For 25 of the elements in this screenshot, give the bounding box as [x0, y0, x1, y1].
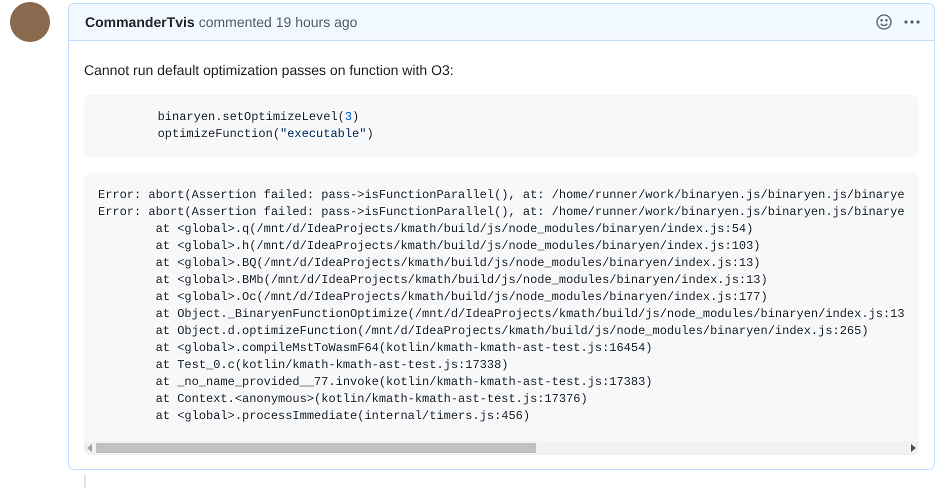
error-line: at <global>.BMb(/mnt/d/IdeaProjects/kmath/build/js/node_modules/binaryen/index.js:13)	[154, 272, 769, 289]
more-options-icon[interactable]	[904, 20, 920, 24]
error-line: at <global>.compileMstToWasmF64(kotlin/kmath-kmath-ast-test.js:16454)	[154, 340, 654, 357]
scroll-right-icon[interactable]	[910, 444, 916, 452]
author-link[interactable]: CommanderTvis	[85, 12, 195, 32]
error-line: at Object.d.optimizeFunction(/mnt/d/IdeaProjects/kmath/build/js/node_modules/binaryen/index.js:265)	[154, 323, 870, 340]
horizontal-scrollbar[interactable]	[84, 441, 919, 455]
error-line: Error: abort(Assertion failed: pass->isFunctionParallel(), at: /home/runner/work/binaryen.js/binaryen.js/binarye	[98, 187, 905, 204]
avatar-placeholder[interactable]	[10, 2, 50, 42]
comment-text: Cannot run default optimization passes on function with O3:	[84, 61, 455, 80]
code-line: optimizeFunction("executable")	[156, 126, 375, 143]
error-line: at <global>.BQ(/mnt/d/IdeaProjects/kmath/build/js/node_modules/binaryen/index.js:13)	[154, 255, 762, 272]
scrollbar-thumb[interactable]	[96, 443, 536, 453]
smiley-icon[interactable]	[876, 14, 892, 30]
error-line: at Test_0.c(kotlin/kmath-kmath-ast-test.js:17338)	[154, 357, 510, 374]
error-line: at <global>.Oc(/mnt/d/IdeaProjects/kmath/build/js/node_modules/binaryen/index.js:177)	[154, 289, 769, 306]
code-line: binaryen.setOptimizeLevel(3)	[156, 109, 360, 126]
error-line: at <global>.h(/mnt/d/IdeaProjects/kmath/build/js/node_modules/binaryen/index.js:103)	[154, 238, 762, 255]
comment-time: commented 19 hours ago	[198, 12, 358, 32]
error-line: Error: abort(Assertion failed: pass->isFunctionParallel(), at: /home/runner/work/binaryen.js/binaryen.js/binarye	[98, 204, 905, 221]
error-line: at <global>.q(/mnt/d/IdeaProjects/kmath/build/js/node_modules/binaryen/index.js:54)	[154, 221, 754, 238]
error-line: at Object._BinaryenFunctionOptimize(/mnt/d/IdeaProjects/kmath/build/js/node_modules/binaryen/index.js:13	[154, 306, 905, 323]
error-line: at Context.<anonymous>(kotlin/kmath-kmath-ast-test.js:17376)	[154, 391, 589, 408]
error-line: at <global>.processImmediate(internal/timers.js:456)	[154, 408, 532, 425]
error-line: at _no_name_provided__77.invoke(kotlin/kmath-kmath-ast-test.js:17383)	[154, 374, 654, 391]
